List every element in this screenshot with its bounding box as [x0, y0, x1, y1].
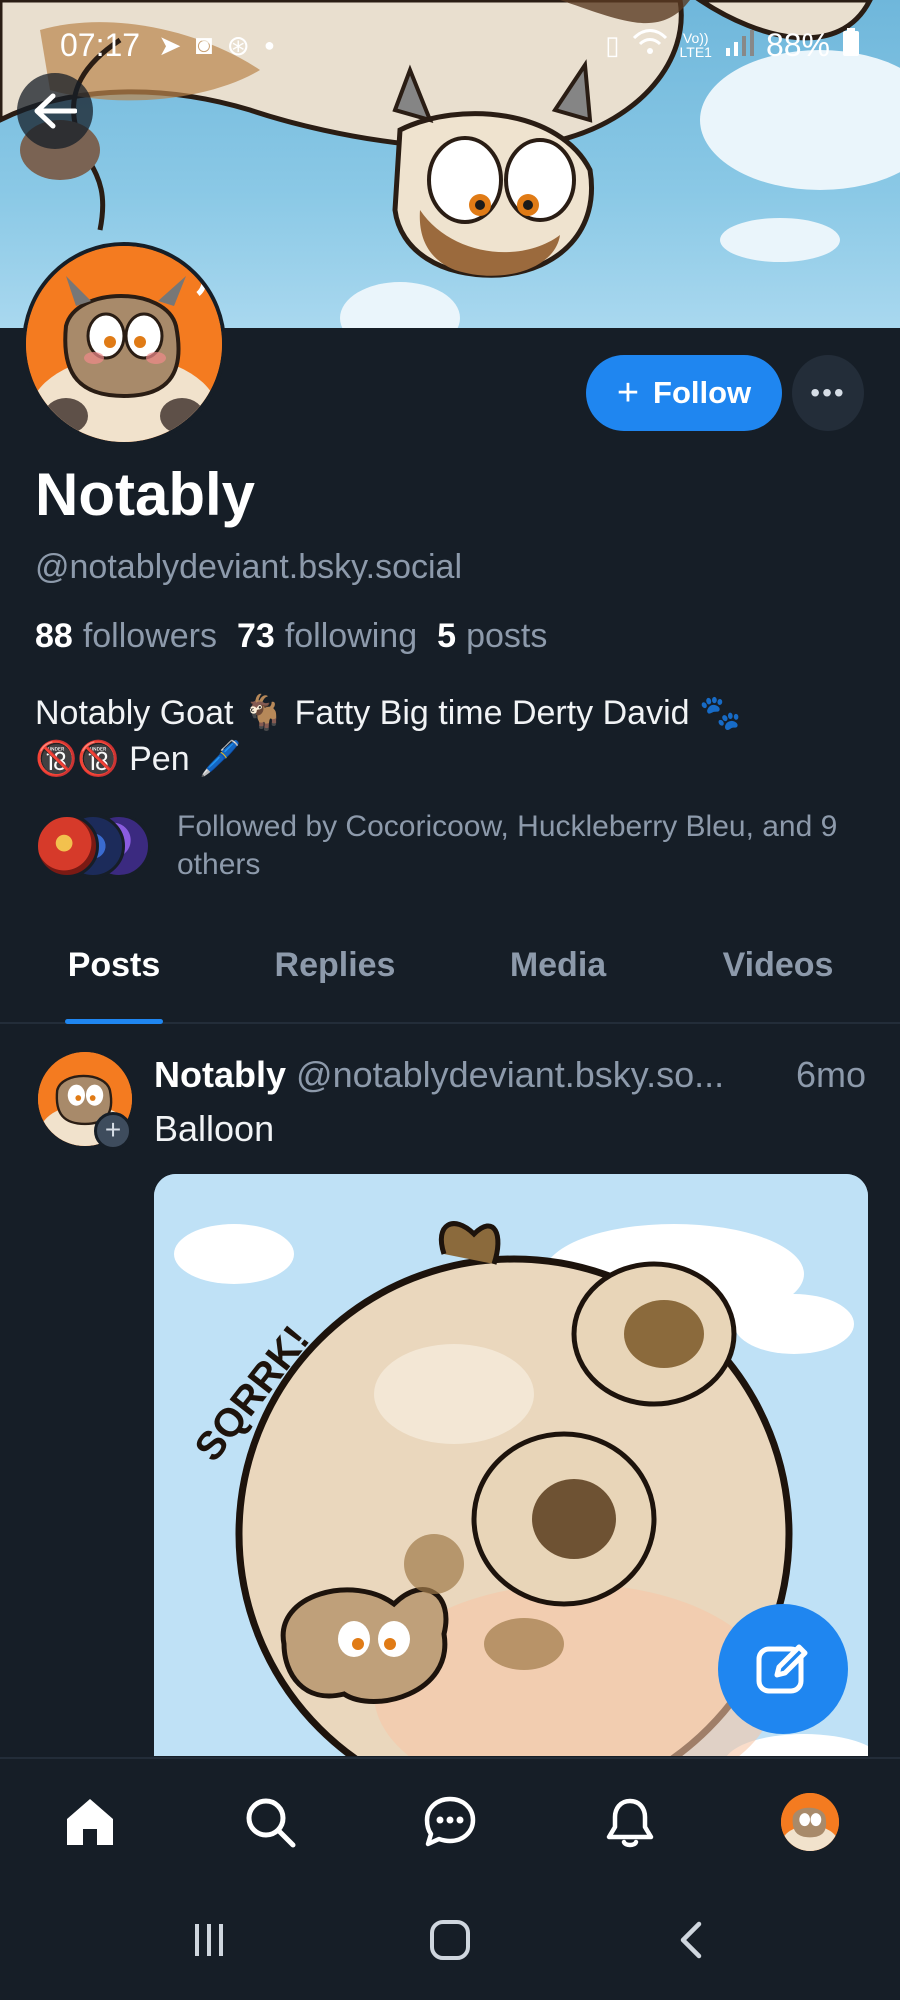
battery-percent: 88%	[765, 26, 830, 63]
nav-profile-avatar	[781, 1793, 839, 1851]
nav-avatar-artwork	[781, 1793, 839, 1851]
profile-handle: @notablydeviant.bsky.social	[35, 548, 462, 586]
signal-icon	[724, 27, 754, 64]
status-bar: 07:17 ➤ ◙ ⊛ ● ▯ Vo)) LTE1 88%	[0, 0, 900, 90]
recent-apps-button[interactable]	[189, 1920, 229, 1965]
tab-replies[interactable]: Replies	[267, 930, 403, 1022]
tab-posts-label: Posts	[67, 946, 161, 984]
tab-posts[interactable]: Posts	[65, 930, 163, 1024]
network-label-bottom: LTE1	[679, 44, 712, 60]
plus-icon: +	[616, 372, 640, 414]
recent-apps-icon	[195, 1924, 224, 1956]
telegram-icon: ➤	[158, 29, 182, 61]
home-icon	[67, 1799, 113, 1845]
bottom-navigation	[0, 1757, 900, 1885]
wifi-icon	[632, 27, 668, 64]
tab-media[interactable]: Media	[503, 930, 613, 1022]
tab-replies-label: Replies	[274, 946, 396, 984]
status-right: ▯ Vo)) LTE1 88%	[605, 27, 860, 64]
status-time: 07:17	[60, 26, 141, 63]
tab-videos-label: Videos	[722, 946, 834, 984]
compose-icon	[756, 1644, 808, 1694]
home-system-button[interactable]	[428, 1918, 472, 1967]
dot-icon: ●	[263, 34, 275, 55]
tab-videos[interactable]: Videos	[716, 930, 840, 1022]
posts-stat: 5 posts	[437, 617, 547, 656]
back-button[interactable]	[17, 73, 93, 149]
post-author-handle: @notablydeviant.bsky.so...	[296, 1054, 725, 1095]
more-options-button[interactable]: •••	[792, 355, 864, 431]
followers-stat[interactable]: 88 followers	[35, 617, 217, 656]
home-square-icon	[429, 1920, 470, 1960]
following-count: 73	[237, 617, 275, 655]
chevron-left-icon	[680, 1921, 701, 1959]
followers-count: 88	[35, 617, 73, 655]
profile-display-name: Notably	[35, 461, 256, 528]
follow-author-plus-icon[interactable]: +	[94, 1112, 132, 1150]
tab-media-label: Media	[509, 946, 607, 984]
bio-line-1: Notably Goat 🐐 Fatty Big time Derty Davi…	[35, 694, 742, 732]
nav-notifications[interactable]	[540, 1759, 720, 1885]
nav-profile[interactable]	[720, 1759, 900, 1885]
followers-label: followers	[82, 617, 217, 655]
followed-by-row[interactable]: Followed by Cocoricoow, Huckleberry Bleu…	[35, 808, 877, 884]
follow-label: Follow	[653, 375, 752, 410]
following-stat[interactable]: 73 following	[237, 617, 417, 656]
profile-bio: Notably Goat 🐐 Fatty Big time Derty Davi…	[35, 690, 865, 782]
profile-avatar[interactable]	[22, 242, 226, 446]
following-label: following	[284, 617, 418, 655]
post-author-name[interactable]: Notably	[154, 1054, 286, 1095]
discord-icon: ◙	[195, 29, 213, 60]
follower-avatar	[35, 814, 99, 878]
followed-by-text: Followed by Cocoricoow, Huckleberry Bleu…	[177, 810, 838, 881]
bio-line-2: 🔞🔞 Pen 🖊️	[35, 740, 242, 778]
app-icon: ⊛	[226, 29, 250, 61]
nav-messages[interactable]	[360, 1759, 540, 1885]
follower-avatars	[35, 811, 157, 881]
system-navigation-bar	[0, 1885, 900, 2000]
post-timestamp: 6mo	[795, 1054, 866, 1095]
nav-home[interactable]	[0, 1759, 180, 1885]
network-indicator: Vo)) LTE1	[680, 31, 712, 59]
profile-stats: 88 followers 73 following 5 posts	[35, 617, 547, 656]
post-text: Balloon	[154, 1108, 275, 1149]
post-header: Notably @notablydeviant.bsky.so... 6mo	[154, 1054, 874, 1096]
battery-icon	[842, 27, 860, 64]
arrow-left-icon	[34, 93, 77, 129]
nav-search[interactable]	[180, 1759, 360, 1885]
avatar-artwork	[26, 246, 222, 442]
bell-icon	[606, 1798, 654, 1848]
back-system-button[interactable]	[671, 1918, 711, 1967]
search-icon	[246, 1798, 296, 1848]
profile-tabs: Posts Replies Media Videos	[0, 930, 900, 1024]
battery-saver-icon: ▯	[605, 29, 620, 60]
chat-bubble-icon	[424, 1796, 476, 1847]
notification-icons: ➤ ◙ ⊛ ●	[158, 29, 275, 62]
ellipsis-icon: •••	[810, 377, 846, 408]
posts-count: 5	[437, 617, 457, 655]
follow-button[interactable]: + Follow	[586, 355, 782, 431]
compose-post-button[interactable]	[718, 1604, 848, 1734]
posts-label: posts	[466, 617, 548, 655]
